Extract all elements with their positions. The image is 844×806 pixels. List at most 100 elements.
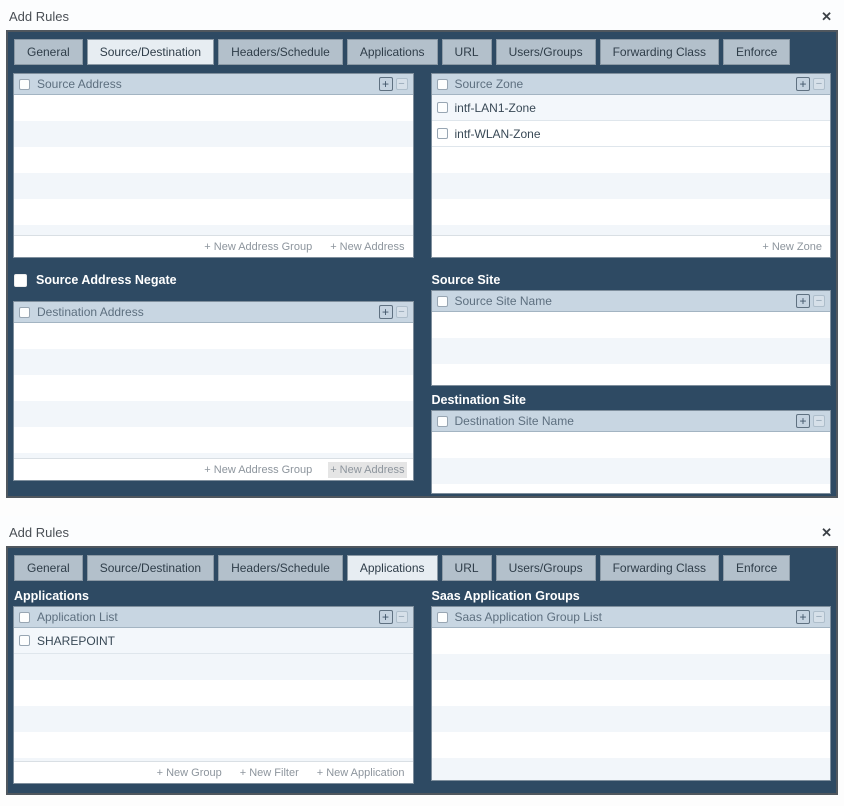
destination-address-panel-title: Destination Address xyxy=(37,305,144,319)
source-address-negate-row: Source Address Negate xyxy=(14,268,414,292)
new-address-link[interactable]: + New Address xyxy=(330,241,404,253)
source-zone-select-all-checkbox[interactable] xyxy=(437,79,448,90)
add-icon[interactable]: + xyxy=(796,77,810,91)
dialog-content: General Source/Destination Headers/Sched… xyxy=(6,30,838,498)
dialog-title: Add Rules xyxy=(9,525,69,540)
application-list-panel-footer: + New Group + New Filter + New Applicati… xyxy=(14,761,413,783)
source-zone-list: intf-LAN1-Zone intf-WLAN-Zone xyxy=(432,95,831,235)
zone-label: intf-WLAN-Zone xyxy=(455,127,541,141)
tab-bar: General Source/Destination Headers/Sched… xyxy=(11,548,833,588)
source-address-panel-title: Source Address xyxy=(37,77,122,91)
add-rules-dialog-source-destination: Add Rules ✕ General Source/Destination H… xyxy=(0,0,844,498)
tab-headers-schedule[interactable]: Headers/Schedule xyxy=(218,39,343,65)
application-select-all-checkbox[interactable] xyxy=(19,612,30,623)
remove-icon[interactable]: − xyxy=(813,611,825,623)
source-zone-panel: Source Zone + − intf-LAN1-Zone xyxy=(431,73,832,258)
list-item-intf-wlan-zone[interactable]: intf-WLAN-Zone xyxy=(432,121,831,147)
remove-icon[interactable]: − xyxy=(813,78,825,90)
new-group-link[interactable]: + New Group xyxy=(157,767,222,779)
new-application-link[interactable]: + New Application xyxy=(317,767,405,779)
add-icon[interactable]: + xyxy=(796,294,810,308)
add-icon[interactable]: + xyxy=(379,305,393,319)
list-item-sharepoint[interactable]: SHAREPOINT xyxy=(14,628,413,654)
source-address-negate-label: Source Address Negate xyxy=(36,273,177,287)
close-icon[interactable]: ✕ xyxy=(821,10,832,23)
destination-address-panel: Destination Address + − + New Address Gr… xyxy=(13,301,414,481)
tab-users-groups[interactable]: Users/Groups xyxy=(496,39,596,65)
saas-group-select-all-checkbox[interactable] xyxy=(437,612,448,623)
source-address-select-all-checkbox[interactable] xyxy=(19,79,30,90)
destination-site-select-all-checkbox[interactable] xyxy=(437,416,448,427)
source-site-section-label: Source Site xyxy=(432,273,832,287)
new-address-group-link[interactable]: + New Address Group xyxy=(204,464,312,476)
destination-site-panel: Destination Site Name + − xyxy=(431,410,832,494)
tab-enforce[interactable]: Enforce xyxy=(723,39,790,65)
source-site-list xyxy=(432,312,831,385)
tab-general[interactable]: General xyxy=(14,555,83,581)
close-icon[interactable]: ✕ xyxy=(821,526,832,539)
destination-address-select-all-checkbox[interactable] xyxy=(19,307,30,318)
destination-site-list xyxy=(432,432,831,493)
add-icon[interactable]: + xyxy=(796,414,810,428)
application-list-panel-title: Application List xyxy=(37,610,118,624)
dialog-title: Add Rules xyxy=(9,9,69,24)
tab-url[interactable]: URL xyxy=(442,39,492,65)
application-checkbox[interactable] xyxy=(19,635,30,646)
source-zone-panel-footer: + New Zone xyxy=(432,235,831,257)
new-zone-link[interactable]: + New Zone xyxy=(762,241,822,253)
tab-source-destination[interactable]: Source/Destination xyxy=(87,555,214,581)
remove-icon[interactable]: − xyxy=(396,78,408,90)
source-address-list xyxy=(14,95,413,235)
source-address-negate-checkbox[interactable] xyxy=(14,274,27,287)
zone-label: intf-LAN1-Zone xyxy=(455,101,536,115)
tab-url[interactable]: URL xyxy=(442,555,492,581)
new-address-group-link[interactable]: + New Address Group xyxy=(204,241,312,253)
saas-application-group-list-panel: Saas Application Group List + − xyxy=(431,606,832,781)
applications-section-label: Applications xyxy=(14,589,414,603)
tab-bar: General Source/Destination Headers/Sched… xyxy=(11,32,833,72)
right-column: Source Zone + − intf-LAN1-Zone xyxy=(431,73,832,494)
add-rules-dialog-applications: Add Rules ✕ General Source/Destination H… xyxy=(0,516,844,795)
remove-icon[interactable]: − xyxy=(396,306,408,318)
list-item-intf-lan1-zone[interactable]: intf-LAN1-Zone xyxy=(432,95,831,121)
source-site-select-all-checkbox[interactable] xyxy=(437,296,448,307)
add-icon[interactable]: + xyxy=(379,77,393,91)
source-site-panel-title: Source Site Name xyxy=(455,294,552,308)
source-zone-panel-title: Source Zone xyxy=(455,77,524,91)
tab-enforce[interactable]: Enforce xyxy=(723,555,790,581)
destination-site-section-label: Destination Site xyxy=(432,393,832,407)
remove-icon[interactable]: − xyxy=(813,295,825,307)
destination-site-panel-title: Destination Site Name xyxy=(455,414,574,428)
left-column: Source Address + − + New Address Group +… xyxy=(13,73,414,494)
new-filter-link[interactable]: + New Filter xyxy=(240,767,299,779)
tab-headers-schedule[interactable]: Headers/Schedule xyxy=(218,555,343,581)
application-list-panel: Application List + − SHAREPOINT + N xyxy=(13,606,414,784)
zone-checkbox[interactable] xyxy=(437,102,448,113)
tab-applications[interactable]: Applications xyxy=(347,555,438,581)
source-address-panel-header: Source Address + − xyxy=(14,74,413,95)
tab-general[interactable]: General xyxy=(14,39,83,65)
right-column: Saas Application Groups Saas Application… xyxy=(431,589,832,784)
destination-address-list xyxy=(14,323,413,458)
source-site-panel-header: Source Site Name + − xyxy=(432,291,831,312)
tab-users-groups[interactable]: Users/Groups xyxy=(496,555,596,581)
zone-checkbox[interactable] xyxy=(437,128,448,139)
dialog-content: General Source/Destination Headers/Sched… xyxy=(6,546,838,795)
tab-forwarding-class[interactable]: Forwarding Class xyxy=(600,39,719,65)
tab-forwarding-class[interactable]: Forwarding Class xyxy=(600,555,719,581)
remove-icon[interactable]: − xyxy=(396,611,408,623)
remove-icon[interactable]: − xyxy=(813,415,825,427)
tab-source-destination[interactable]: Source/Destination xyxy=(87,39,214,65)
application-label: SHAREPOINT xyxy=(37,634,115,648)
dialog-titlebar: Add Rules ✕ xyxy=(0,516,844,546)
source-site-panel: Source Site Name + − xyxy=(431,290,832,386)
tab-applications[interactable]: Applications xyxy=(347,39,438,65)
add-icon[interactable]: + xyxy=(796,610,810,624)
saas-application-group-panel-header: Saas Application Group List + − xyxy=(432,607,831,628)
destination-address-panel-header: Destination Address + − xyxy=(14,302,413,323)
destination-site-panel-header: Destination Site Name + − xyxy=(432,411,831,432)
add-icon[interactable]: + xyxy=(379,610,393,624)
new-address-link[interactable]: + New Address xyxy=(330,464,404,476)
application-list: SHAREPOINT xyxy=(14,628,413,761)
saas-application-group-panel-title: Saas Application Group List xyxy=(455,610,602,624)
